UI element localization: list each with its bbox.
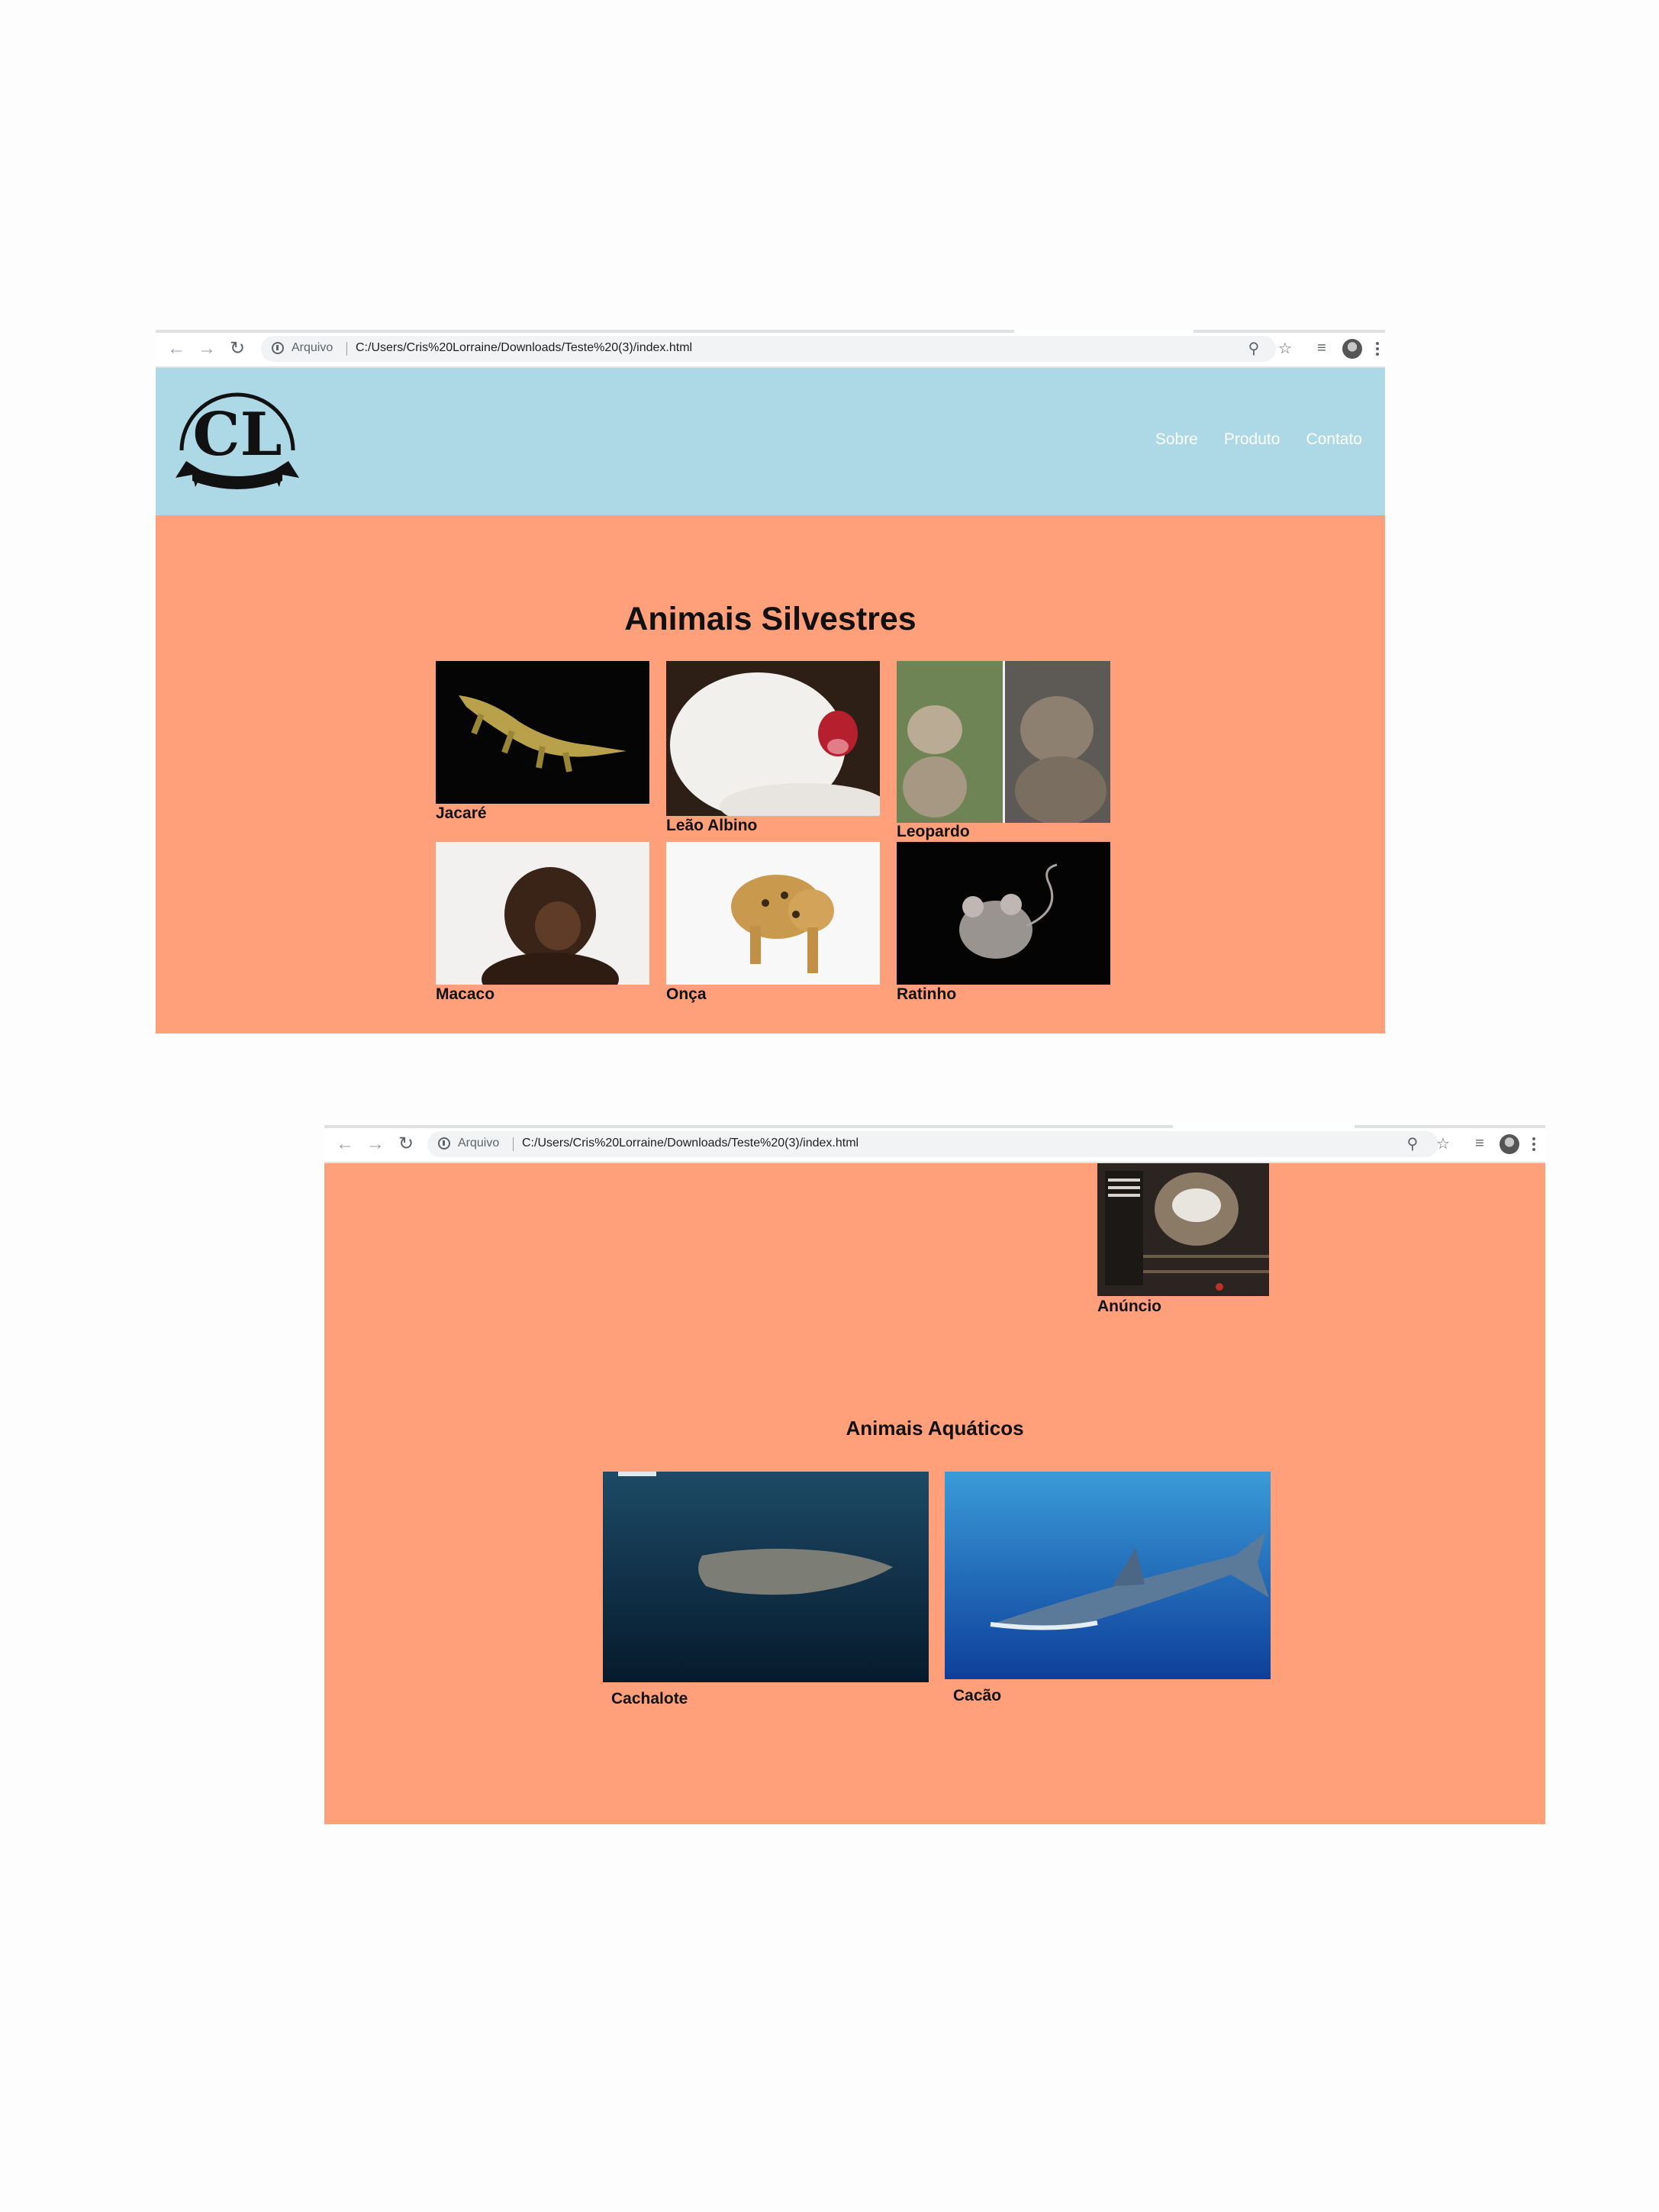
animal-image-cacao[interactable] [945,1472,1271,1679]
info-icon[interactable] [272,342,284,354]
animal-image-onca[interactable] [666,842,880,985]
reload-icon[interactable]: ↻ [227,339,247,359]
menu-kebab-icon[interactable] [1530,1133,1538,1156]
address-bar[interactable]: Arquivo C:/Users/Cris%20Lorraine/Downloa… [427,1131,1438,1157]
animal-label: Jacaré [436,805,487,822]
zoom-icon[interactable]: ⚲ [1402,1133,1423,1154]
logo-text: CL [193,400,282,469]
address-bar[interactable]: Arquivo C:/Users/Cris%20Lorraine/Downloa… [261,336,1276,362]
browser-toolbar: ← → ↻ Arquivo C:/Users/Cris%20Lorraine/D… [324,1125,1545,1163]
browser-toolbar: ← → ↻ Arquivo C:/Users/Cris%20Lorraine/D… [156,330,1385,368]
profile-avatar[interactable] [1342,339,1362,359]
nav-link-contato[interactable]: Contato [1306,430,1362,449]
section-title-silvestres: Animais Silvestres [624,601,916,637]
site-header: CL Sobre Produto Contato [156,368,1385,515]
animal-image-cachalote[interactable] [603,1472,929,1682]
media-queue-icon[interactable]: ≡ [1311,337,1332,359]
animal-label: Leão Albino [666,817,758,834]
screenshot-top: ← → ↻ Arquivo C:/Users/Cris%20Lorraine/D… [156,330,1385,1033]
animal-label: Leopardo [897,823,970,840]
tab-strip-line [156,330,1014,333]
reload-icon[interactable]: ↻ [396,1134,416,1154]
animal-image-leopardo[interactable] [897,661,1110,823]
zoom-icon[interactable]: ⚲ [1243,337,1264,359]
star-icon[interactable]: ☆ [1274,337,1296,359]
star-icon[interactable]: ☆ [1432,1133,1454,1154]
forward-arrow-icon[interactable]: → [366,1134,385,1154]
animal-image-macaco[interactable] [436,842,649,985]
address-separator [513,1137,514,1151]
url-text[interactable]: C:/Users/Cris%20Lorraine/Downloads/Teste… [522,1137,858,1150]
tab-strip-line [1194,330,1385,333]
back-arrow-icon[interactable]: ← [166,339,186,359]
url-scheme-label: Arquivo [292,341,333,354]
media-queue-icon[interactable]: ≡ [1469,1133,1490,1154]
tab-strip-line [324,1125,1173,1128]
nav-link-produto[interactable]: Produto [1224,430,1280,449]
address-separator [346,342,347,356]
section-title-aquaticos: Animais Aquáticos [846,1417,1024,1440]
ad-image[interactable] [1097,1163,1269,1296]
animal-label: Cachalote [611,1690,688,1707]
page-content: Animais Silvestres Jacaré Leão Albino Le… [156,515,1385,1033]
animal-label: Cacão [953,1687,1002,1704]
url-text[interactable]: C:/Users/Cris%20Lorraine/Downloads/Teste… [356,341,692,355]
ad-label: Anúncio [1097,1298,1161,1315]
animal-label: Ratinho [897,985,957,1003]
menu-kebab-icon[interactable] [1374,337,1381,360]
tab-strip-line [1355,1125,1545,1128]
animal-label: Onça [666,985,707,1003]
animal-image-jacare[interactable] [436,661,649,804]
animal-label: Macaco [436,985,495,1003]
animal-image-leao-albino[interactable] [666,661,880,816]
url-scheme-label: Arquivo [458,1137,500,1150]
info-icon[interactable] [438,1137,450,1150]
forward-arrow-icon[interactable]: → [197,339,217,359]
logo-cl[interactable]: CL [172,385,302,499]
page-content: Anúncio Animais Aquáticos Cachalote Cacã… [324,1163,1545,1824]
profile-avatar[interactable] [1500,1134,1519,1154]
animal-image-ratinho[interactable] [897,842,1110,985]
nav-link-sobre[interactable]: Sobre [1155,430,1198,449]
back-arrow-icon[interactable]: ← [335,1134,355,1154]
screenshot-bottom: ← → ↻ Arquivo C:/Users/Cris%20Lorraine/D… [324,1125,1545,1824]
main-nav: Sobre Produto Contato [1155,430,1362,449]
